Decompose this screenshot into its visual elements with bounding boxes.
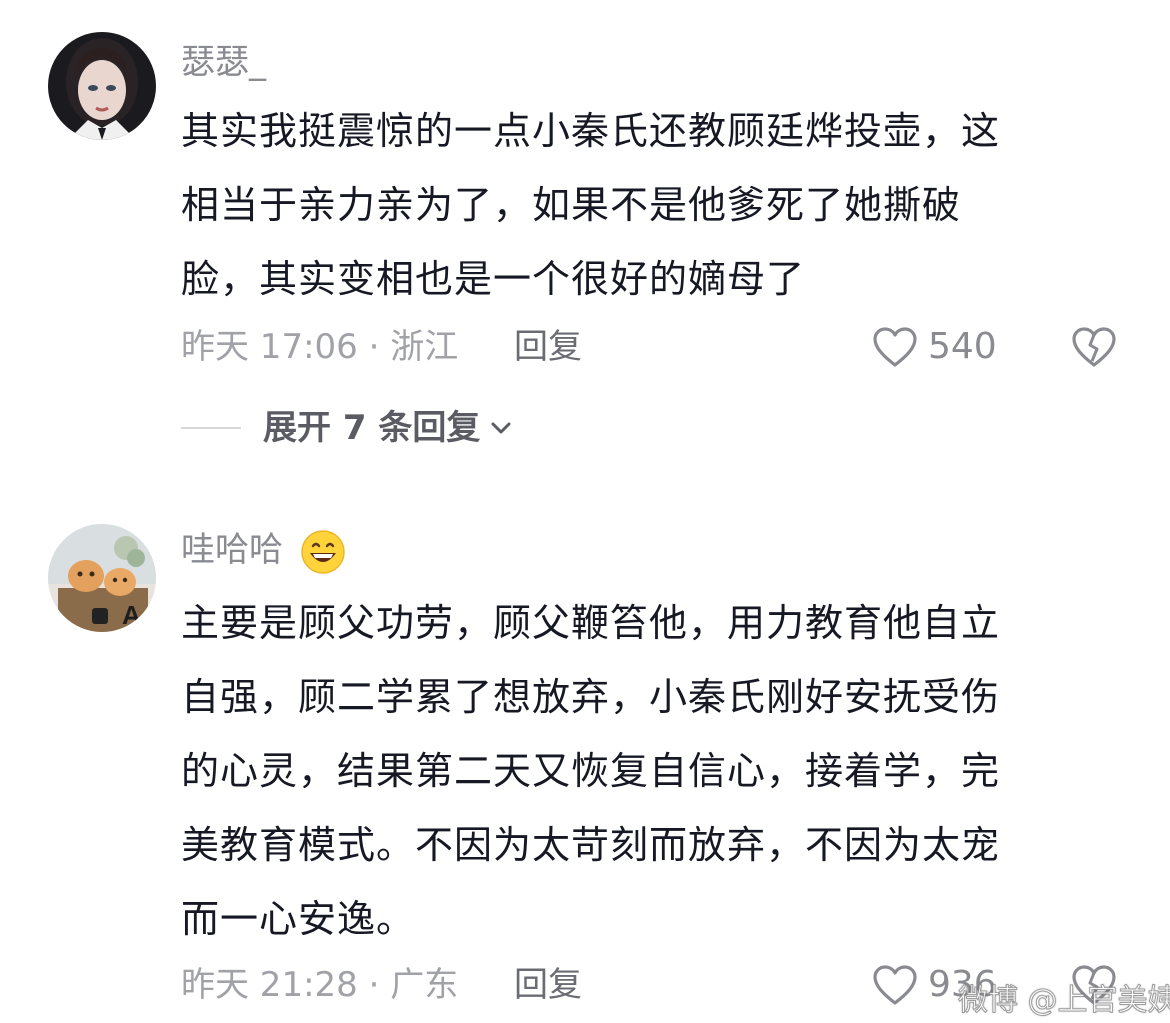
comment-text-line: 的心灵，结果第二天又恢复自信心，接着学，完 [181, 749, 1001, 793]
avatar[interactable]: A [48, 524, 156, 632]
username-text: 哇哈哈 [181, 530, 283, 570]
svg-text:A: A [122, 600, 141, 630]
comment-text: 主要是顾父功劳，顾父鞭笞他，用力教育他自立 自强，顾二学累了想放弃，小秦氏刚好安… [181, 586, 1116, 956]
heart-outline-icon [873, 965, 917, 1005]
comment-text-line: 美教育模式。不因为太苛刻而放弃，不因为太宠 [181, 823, 1001, 867]
comment-text-line: 而一心安逸。 [181, 897, 416, 941]
comment-text-line: 主要是顾父功劳，顾父鞭笞他，用力教育他自立 [181, 601, 1001, 645]
comment-text-line: 自强，顾二学累了想放弃，小秦氏刚好安抚受伤 [181, 675, 1001, 719]
comment-meta: 昨天 21:28 · 广东 [181, 965, 459, 1005]
comment-item: A 哇哈哈 主要是顾父功劳，顾父鞭笞他，用力教育他自立 自强，顾二学累了想放弃，… [0, 0, 1170, 1023]
watermark: 微博 @上官美姨 [958, 983, 1170, 1019]
username[interactable]: 哇哈哈 [181, 528, 346, 575]
reply-button[interactable]: 回复 [514, 963, 582, 1007]
grinning-face-icon [301, 529, 345, 574]
